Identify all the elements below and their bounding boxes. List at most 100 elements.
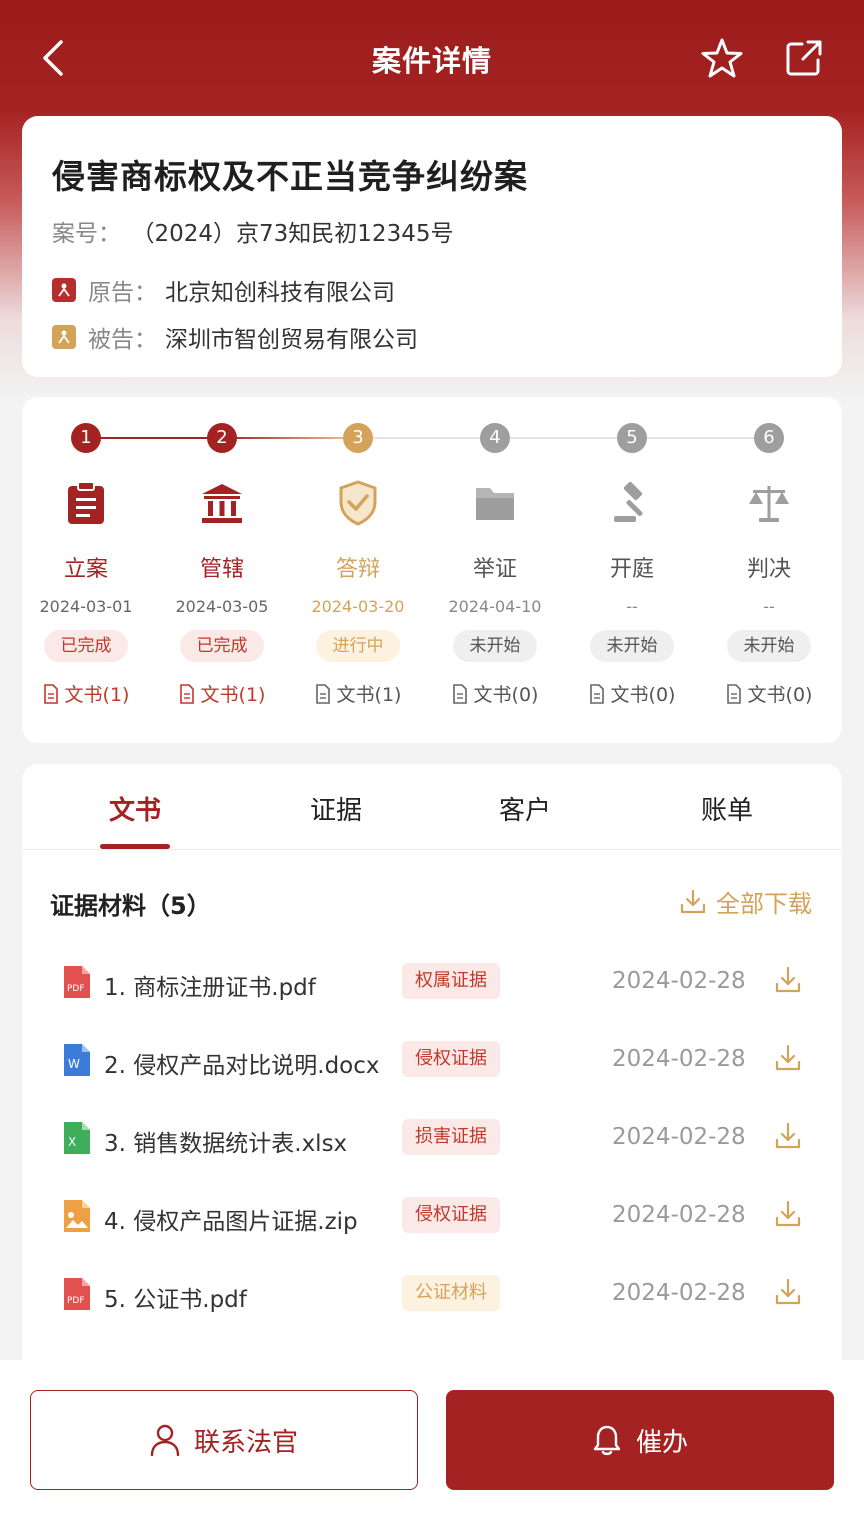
file-row[interactable]: X 3. 销售数据统计表.xlsx 损害证据 2024-02-28: [22, 1108, 842, 1168]
stage-date: 2024-04-10: [427, 597, 563, 616]
section-title: 证据材料（5）: [50, 886, 211, 921]
status-badge: 未开始: [727, 630, 811, 662]
file-name: 2. 侵权产品对比说明.docx: [104, 1046, 380, 1080]
file-row[interactable]: 4. 侵权产品图片证据.zip 侵权证据 2024-02-28: [22, 1186, 842, 1246]
evidence-tag: 侵权证据: [402, 1197, 500, 1233]
stage-filing[interactable]: 1 立案 2024-03-01 已完成 文书(1): [18, 423, 154, 707]
status-badge: 未开始: [453, 630, 537, 662]
tab-bills[interactable]: 账单: [667, 790, 787, 827]
active-tab-indicator: [100, 844, 170, 849]
file-name: 1. 商标注册证书.pdf: [104, 968, 316, 1002]
stage-date: 2024-03-05: [154, 597, 290, 616]
person-icon: [150, 1424, 180, 1456]
download-icon: [774, 966, 802, 994]
case-number: 案号：（2024）京73知民初12345号: [52, 214, 453, 248]
gavel-icon: [564, 475, 700, 531]
svg-text:PDF: PDF: [67, 984, 85, 994]
stage-docs-link[interactable]: 文书(1): [154, 680, 290, 707]
stage-judgment[interactable]: 6 判决 -- 未开始 文书(0): [701, 423, 837, 707]
stage-date: --: [701, 597, 837, 616]
contact-judge-button[interactable]: 联系法官: [30, 1390, 418, 1490]
stage-number: 2: [207, 423, 237, 453]
plaintiff-label: 原告：: [88, 273, 157, 307]
courthouse-icon: [154, 475, 290, 531]
status-badge: 已完成: [44, 630, 128, 662]
top-nav-bar: 案件详情: [0, 0, 864, 115]
plaintiff-row: 原告： 北京知创科技有限公司: [52, 273, 395, 307]
image-file-icon: [62, 1200, 90, 1232]
urge-button[interactable]: 催办: [446, 1390, 834, 1490]
svg-text:W: W: [68, 1057, 80, 1071]
stage-jurisdiction[interactable]: 2 管辖 2024-03-05 已完成 文书(1): [154, 423, 290, 707]
tab-documents[interactable]: 文书: [75, 790, 195, 827]
document-icon: [452, 684, 468, 704]
download-icon: [774, 1044, 802, 1072]
star-icon: [701, 37, 743, 79]
stage-date: --: [564, 597, 700, 616]
evidence-tag: 公证材料: [402, 1275, 500, 1311]
stage-defense[interactable]: 3 答辩 2024-03-20 进行中 文书(1): [290, 423, 426, 707]
case-info-card: 侵害商标权及不正当竞争纠纷案 案号：（2024）京73知民初12345号 原告：…: [22, 116, 842, 377]
file-row[interactable]: W 2. 侵权产品对比说明.docx 侵权证据 2024-02-28: [22, 1030, 842, 1090]
evidence-tag: 权属证据: [402, 963, 500, 999]
stage-name: 立案: [18, 551, 154, 583]
urge-label: 催办: [636, 1422, 688, 1459]
tab-clients[interactable]: 客户: [465, 790, 585, 827]
stage-docs-link[interactable]: 文书(1): [18, 680, 154, 707]
stage-name: 答辩: [290, 551, 426, 583]
svg-text:PDF: PDF: [67, 1296, 85, 1306]
pdf-file-icon: PDF: [62, 1278, 90, 1310]
plaintiff-icon: [52, 278, 76, 302]
file-name: 5. 公证书.pdf: [104, 1280, 247, 1314]
stage-docs-link[interactable]: 文书(1): [290, 680, 426, 707]
stage-docs-label: 文书(0): [474, 680, 539, 707]
stage-date: 2024-03-01: [18, 597, 154, 616]
stage-docs-link[interactable]: 文书(0): [427, 680, 563, 707]
folder-icon: [427, 475, 563, 531]
download-all-button[interactable]: 全部下载: [680, 884, 812, 919]
plaintiff-name: 北京知创科技有限公司: [165, 273, 395, 307]
stage-docs-link[interactable]: 文书(0): [564, 680, 700, 707]
stage-hearing[interactable]: 5 开庭 -- 未开始 文书(0): [564, 423, 700, 707]
defendant-label: 被告：: [88, 320, 157, 354]
favorite-button[interactable]: [698, 34, 746, 82]
pdf-file-icon: PDF: [62, 966, 90, 998]
file-row[interactable]: PDF 5. 公证书.pdf 公证材料 2024-02-28: [22, 1264, 842, 1324]
stage-number: 3: [343, 423, 373, 453]
stage-number: 6: [754, 423, 784, 453]
stage-docs-label: 文书(0): [611, 680, 676, 707]
file-name: 3. 销售数据统计表.xlsx: [104, 1124, 347, 1158]
stage-docs-label: 文书(1): [337, 680, 402, 707]
download-all-label: 全部下载: [716, 884, 812, 919]
stage-number: 5: [617, 423, 647, 453]
excel-file-icon: X: [62, 1122, 90, 1154]
download-icon: [774, 1122, 802, 1150]
tab-evidence[interactable]: 证据: [276, 790, 396, 827]
download-icon: [680, 889, 706, 915]
share-button[interactable]: [780, 34, 828, 82]
document-icon: [179, 684, 195, 704]
stage-name: 管辖: [154, 551, 290, 583]
stage-evidence[interactable]: 4 举证 2024-04-10 未开始 文书(0): [427, 423, 563, 707]
download-icon: [774, 1200, 802, 1228]
stage-name: 判决: [701, 551, 837, 583]
tab-bar: 文书 证据 客户 账单: [22, 764, 842, 850]
bell-icon: [592, 1424, 622, 1456]
stage-name: 开庭: [564, 551, 700, 583]
stage-number: 1: [71, 423, 101, 453]
defendant-icon: [52, 325, 76, 349]
evidence-tag: 损害证据: [402, 1119, 500, 1155]
file-row[interactable]: PDF 1. 商标注册证书.pdf 权属证据 2024-02-28: [22, 952, 842, 1012]
stage-docs-link[interactable]: 文书(0): [701, 680, 837, 707]
case-title: 侵害商标权及不正当竞争纠纷案: [52, 150, 528, 198]
contact-judge-label: 联系法官: [194, 1422, 298, 1459]
status-badge: 进行中: [316, 630, 400, 662]
file-date: 2024-02-28: [612, 1280, 746, 1306]
word-file-icon: W: [62, 1044, 90, 1076]
stage-docs-label: 文书(0): [748, 680, 813, 707]
evidence-tag: 侵权证据: [402, 1041, 500, 1077]
scales-icon: [701, 475, 837, 531]
status-badge: 已完成: [180, 630, 264, 662]
file-date: 2024-02-28: [612, 1046, 746, 1072]
case-number-label: 案号：: [52, 221, 121, 247]
